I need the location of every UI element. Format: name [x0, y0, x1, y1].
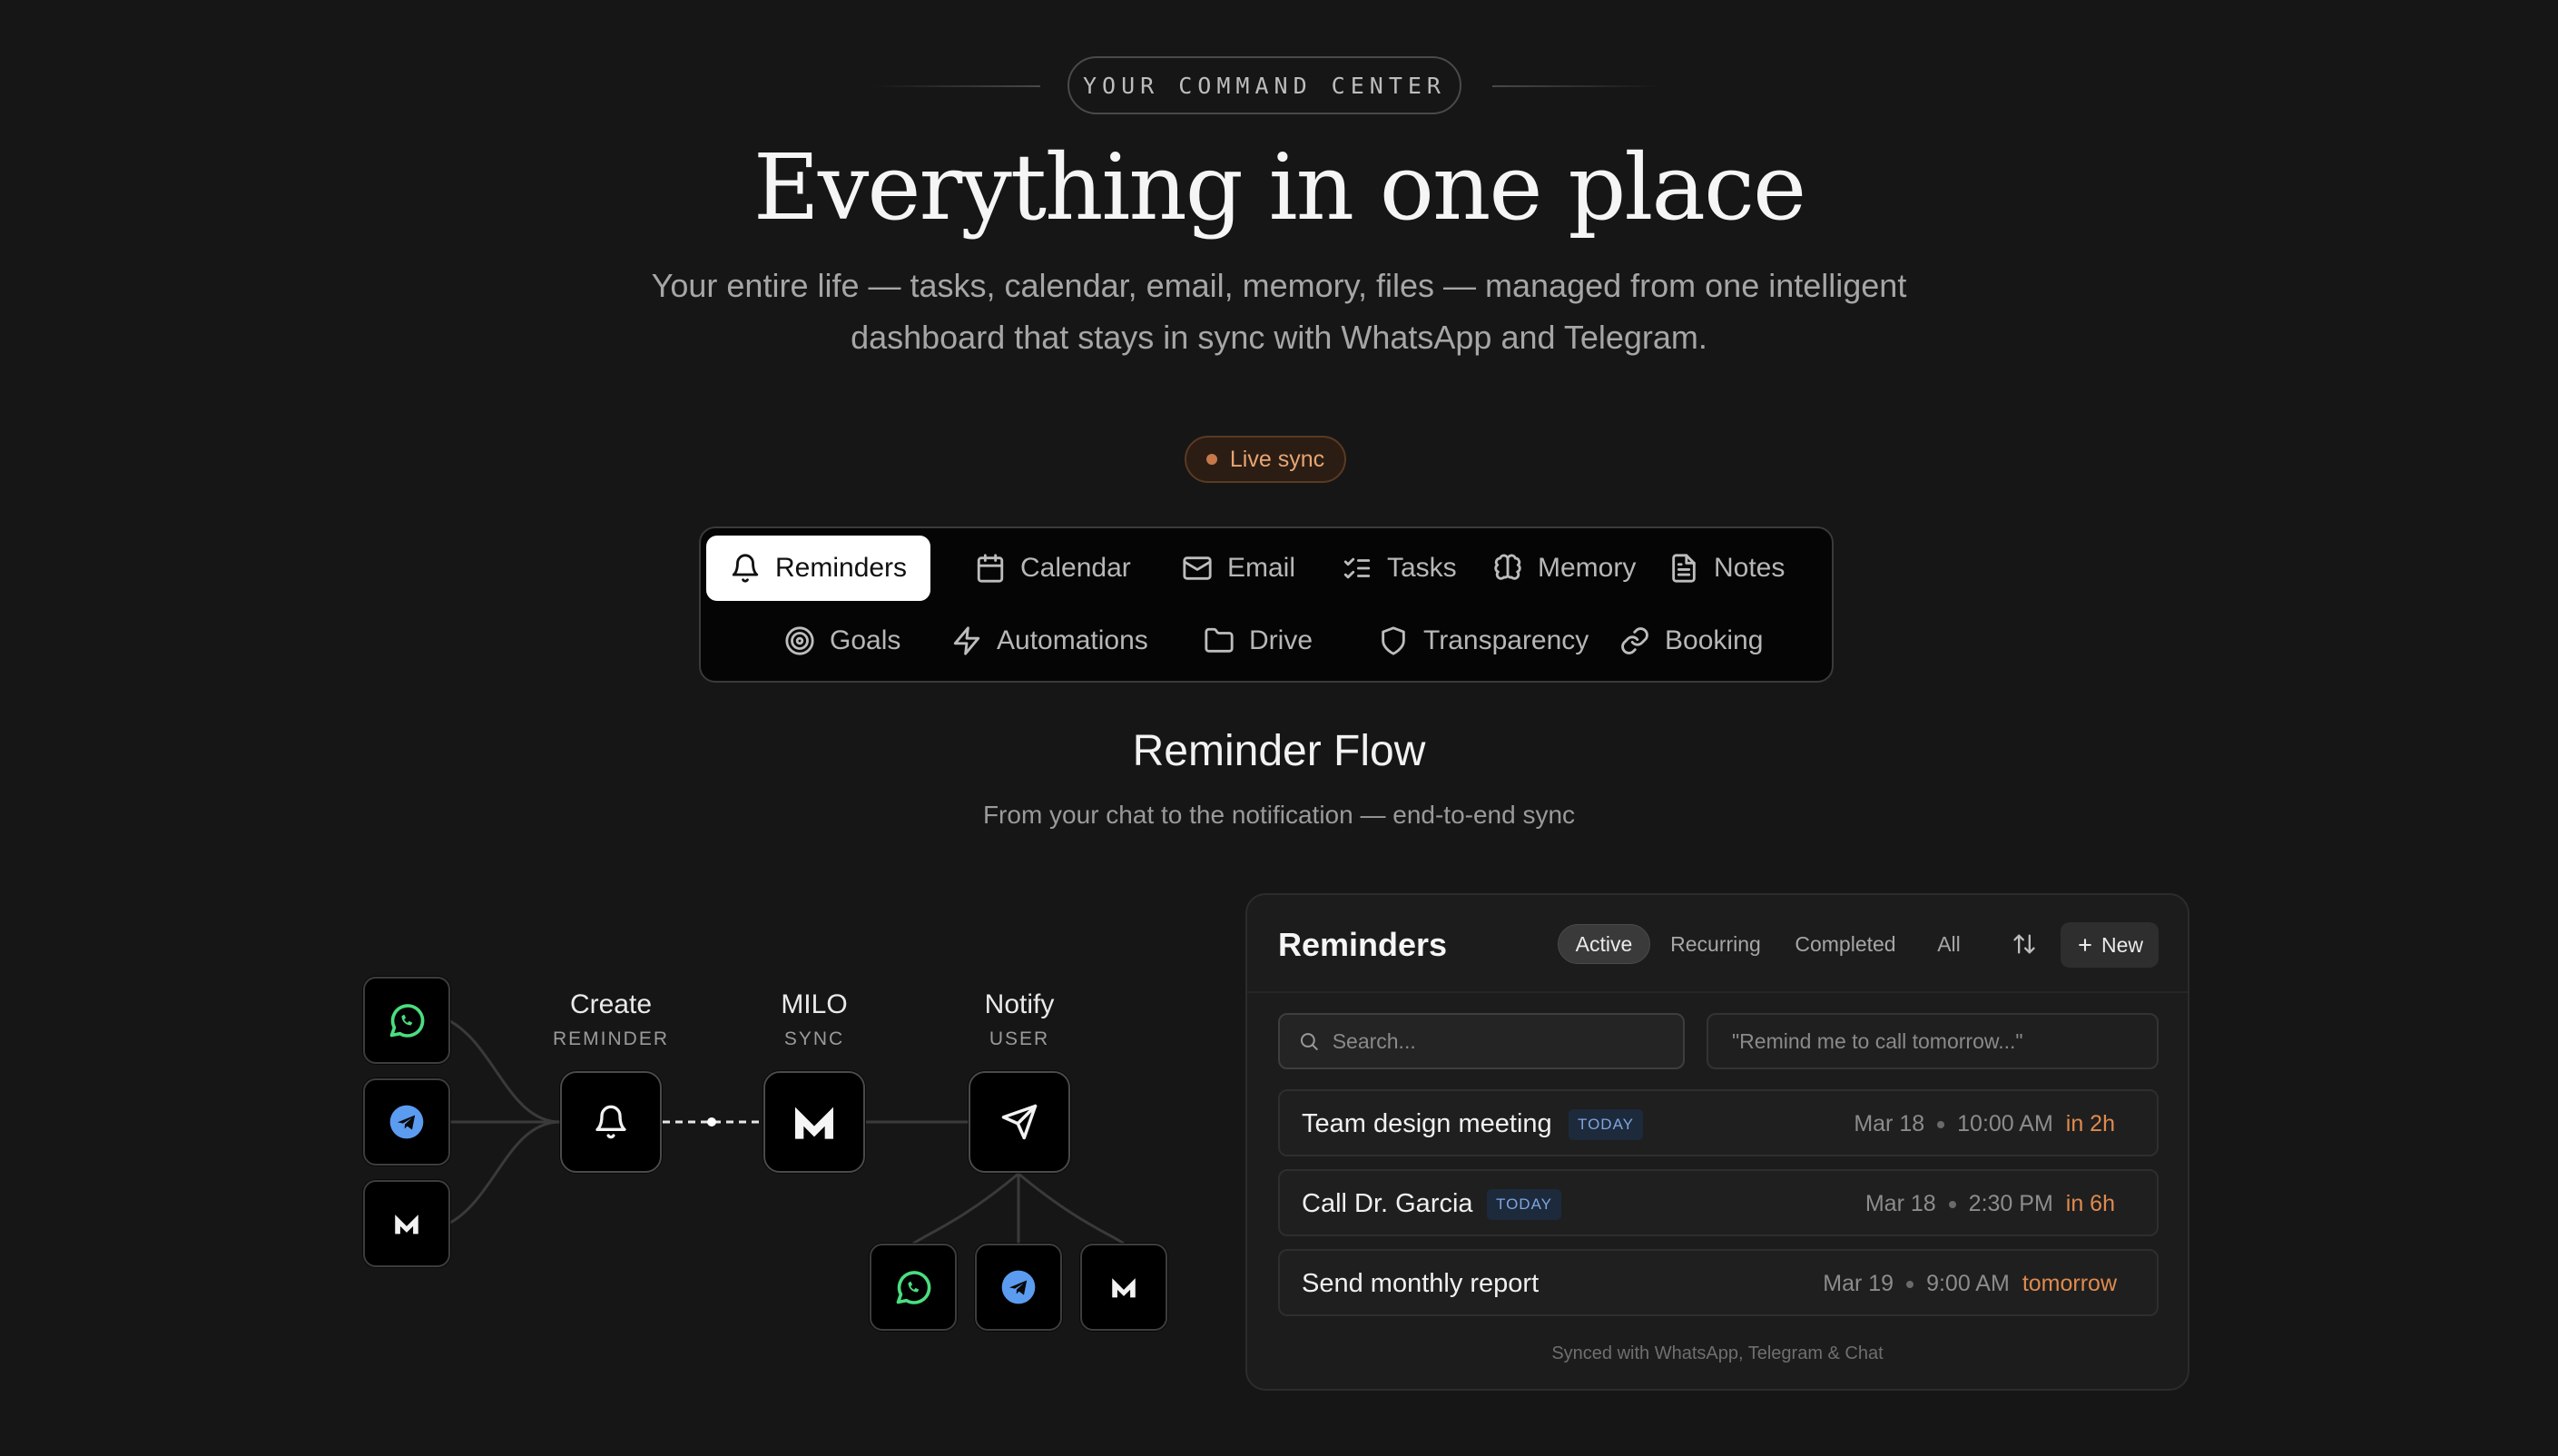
create-label: Create — [569, 989, 653, 1019]
eyebrow-divider-right — [1492, 85, 1661, 87]
tab-notes[interactable]: Notes — [1645, 536, 1808, 601]
live-sync-label: Live sync — [1229, 446, 1325, 472]
today-badge: TODAY — [1569, 1109, 1643, 1140]
dest-milo-node — [1080, 1244, 1167, 1331]
telegram-icon — [1001, 1270, 1036, 1304]
tab-transparency[interactable]: Transparency — [1354, 608, 1612, 674]
search-icon — [1300, 1033, 1318, 1050]
reminder-relative: tomorrow — [2022, 1271, 2117, 1296]
file-text-icon — [1672, 554, 1696, 583]
sync-label: MILO — [781, 989, 848, 1019]
source-telegram-node — [363, 1078, 450, 1166]
tab-label: Booking — [1665, 625, 1764, 655]
filter-completed[interactable]: Completed — [1786, 924, 1904, 964]
reminder-date: Mar 18 — [1864, 1191, 1936, 1216]
filter-all[interactable]: All — [1924, 924, 1973, 964]
sync-footer: Synced with WhatsApp, Telegram & Chat — [1551, 1343, 1884, 1363]
create-sublabel: REMINDER — [552, 1028, 669, 1049]
milo-sync-node — [763, 1071, 865, 1173]
list-checks-icon — [1343, 557, 1371, 579]
reminder-date: Mar 18 — [1854, 1111, 1925, 1136]
reminder-time: 2:30 PM — [1968, 1191, 2053, 1216]
reminder-date: Mar 19 — [1823, 1271, 1894, 1296]
dest-telegram-node — [975, 1244, 1062, 1331]
tab-tasks[interactable]: Tasks — [1318, 536, 1481, 601]
reminder-title: Team design meeting — [1302, 1109, 1552, 1138]
reminder-title: Send monthly report — [1302, 1269, 1540, 1298]
tab-label: Transparency — [1423, 625, 1589, 655]
reminders-card: Reminders Active Recurring Completed All… — [1245, 893, 2189, 1391]
connector-line — [912, 1172, 1019, 1245]
tab-label: Email — [1227, 553, 1296, 583]
bell-icon — [595, 1105, 626, 1139]
filter-recurring[interactable]: Recurring — [1663, 924, 1768, 964]
quick-add-field[interactable] — [1707, 1013, 2159, 1069]
search-field[interactable] — [1278, 1013, 1685, 1069]
sync-sublabel: SYNC — [783, 1028, 845, 1049]
sync-pulse-dot — [707, 1117, 716, 1126]
reminder-row[interactable]: Team design meeting TODAY Mar 18 10:00 A… — [1278, 1089, 2159, 1156]
reminder-meta: Mar 19 9:00 AM tomorrow — [1823, 1271, 2117, 1297]
source-milo-node — [363, 1180, 450, 1267]
whatsapp-icon — [389, 1004, 425, 1038]
separator-dot-icon — [1948, 1200, 1956, 1208]
notify-label: Notify — [984, 989, 1055, 1019]
sort-button[interactable] — [2004, 924, 2044, 964]
plus-icon — [2079, 939, 2091, 951]
tab-label: Memory — [1538, 553, 1637, 583]
tab-booking[interactable]: Booking — [1596, 608, 1786, 674]
milo-logo-icon — [1112, 1278, 1136, 1298]
separator-dot-icon — [1937, 1120, 1945, 1128]
notify-sublabel: USER — [989, 1028, 1050, 1049]
reminder-row[interactable]: Call Dr. Garcia TODAY Mar 18 2:30 PM in … — [1278, 1169, 2159, 1236]
today-badge: TODAY — [1487, 1189, 1561, 1220]
reminder-relative: in 2h — [2065, 1111, 2115, 1136]
whatsapp-icon — [896, 1271, 931, 1304]
flow-connectors — [448, 1018, 1125, 1245]
telegram-icon — [389, 1105, 424, 1139]
filter-active[interactable]: Active — [1558, 924, 1650, 964]
connector-line — [448, 1120, 561, 1225]
reminder-meta: Mar 18 2:30 PM in 6h — [1865, 1191, 2115, 1217]
reminder-row[interactable]: Send monthly report Mar 19 9:00 AM tomor… — [1278, 1249, 2159, 1316]
brain-icon — [1494, 554, 1521, 580]
reminders-title: Reminders — [1278, 926, 1448, 963]
dest-whatsapp-node — [870, 1244, 957, 1331]
notify-user-node — [969, 1071, 1070, 1173]
reminder-time: 10:00 AM — [1957, 1111, 2053, 1136]
new-button-label: New — [2101, 932, 2143, 957]
reminder-title: Call Dr. Garcia — [1302, 1189, 1473, 1218]
new-reminder-button[interactable]: New — [2061, 922, 2159, 968]
separator-dot-icon — [1906, 1280, 1914, 1288]
tab-label: Notes — [1714, 553, 1786, 583]
reminder-meta: Mar 18 10:00 AM in 2h — [1854, 1111, 2115, 1137]
quick-add-input[interactable] — [1732, 1028, 2157, 1054]
link-icon — [1621, 627, 1648, 654]
tab-label: Tasks — [1387, 553, 1457, 583]
header-divider — [1247, 991, 2188, 993]
sort-arrows-icon — [2013, 934, 2035, 954]
create-reminder-node — [560, 1071, 662, 1173]
milo-logo-icon — [795, 1107, 833, 1139]
tab-memory[interactable]: Memory — [1469, 536, 1659, 601]
milo-logo-icon — [395, 1215, 418, 1235]
send-icon — [1001, 1104, 1038, 1140]
reminder-time: 9:00 AM — [1926, 1271, 2010, 1296]
search-input[interactable] — [1332, 1028, 1683, 1054]
tab-label: Drive — [1249, 625, 1313, 655]
source-whatsapp-node — [363, 977, 450, 1064]
shield-icon — [1382, 626, 1405, 655]
reminder-relative: in 6h — [2065, 1191, 2115, 1216]
connector-line — [1018, 1172, 1125, 1245]
